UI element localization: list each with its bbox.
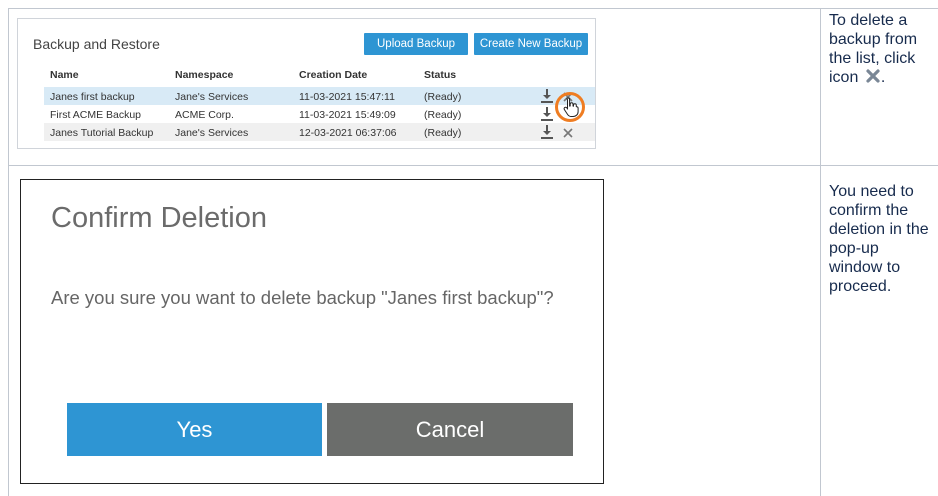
table-row[interactable]: Janes Tutorial Backup Jane's Services 12… (44, 123, 595, 141)
row-status: (Ready) (424, 109, 462, 121)
description-suffix: . (880, 69, 886, 86)
delete-icon[interactable] (563, 126, 573, 138)
column-header-name[interactable]: Name (50, 69, 79, 81)
panel-title: Backup and Restore (33, 36, 160, 52)
column-header-status[interactable]: Status (424, 69, 456, 81)
column-header-namespace[interactable]: Namespace (175, 69, 233, 81)
row-creation-date: 11-03-2021 15:49:09 (299, 109, 396, 121)
row-creation-date: 11-03-2021 15:47:11 (299, 91, 395, 103)
table-row[interactable]: Janes first backup Jane's Services 11-03… (44, 87, 595, 105)
dialog-message: Are you sure you want to delete backup "… (51, 287, 554, 308)
row-namespace: ACME Corp. (175, 109, 234, 121)
dialog-title: Confirm Deletion (51, 202, 267, 234)
row-name: Janes first backup (50, 91, 135, 103)
confirm-dialog-screenshot: Confirm Deletion Are you sure you want t… (20, 179, 604, 484)
row-namespace: Jane's Services (175, 91, 249, 103)
row-name: First ACME Backup (50, 109, 142, 121)
table-row[interactable]: First ACME Backup ACME Corp. 11-03-2021 … (44, 105, 595, 123)
step-description-confirm: You need to confirm the deletion in the … (829, 183, 929, 295)
table-column-divider (820, 8, 821, 496)
row-status: (Ready) (424, 127, 462, 139)
backup-table: Name Namespace Creation Date Status Jane… (44, 65, 595, 141)
row-namespace: Jane's Services (175, 127, 249, 139)
row-creation-date: 12-03-2021 06:37:06 (299, 127, 397, 139)
create-new-backup-button[interactable]: Create New Backup (474, 33, 588, 55)
delete-icon (866, 69, 880, 83)
row-status: (Ready) (424, 91, 462, 103)
table-header: Name Namespace Creation Date Status (44, 65, 595, 87)
step-description-delete: To delete a backup from the list, click … (829, 11, 934, 87)
table-row-divider (8, 165, 938, 166)
hand-cursor-icon (563, 97, 579, 117)
yes-button[interactable]: Yes (67, 403, 322, 456)
column-header-creation-date[interactable]: Creation Date (299, 69, 367, 81)
table-top-border (8, 8, 938, 9)
row-name: Janes Tutorial Backup (50, 127, 154, 139)
table-left-border (8, 8, 9, 496)
backup-list-screenshot: Backup and Restore Upload Backup Create … (17, 18, 596, 149)
download-icon[interactable] (541, 125, 553, 139)
upload-backup-button[interactable]: Upload Backup (364, 33, 468, 55)
cancel-button[interactable]: Cancel (327, 403, 573, 456)
download-icon[interactable] (541, 107, 553, 121)
download-icon[interactable] (541, 89, 553, 103)
